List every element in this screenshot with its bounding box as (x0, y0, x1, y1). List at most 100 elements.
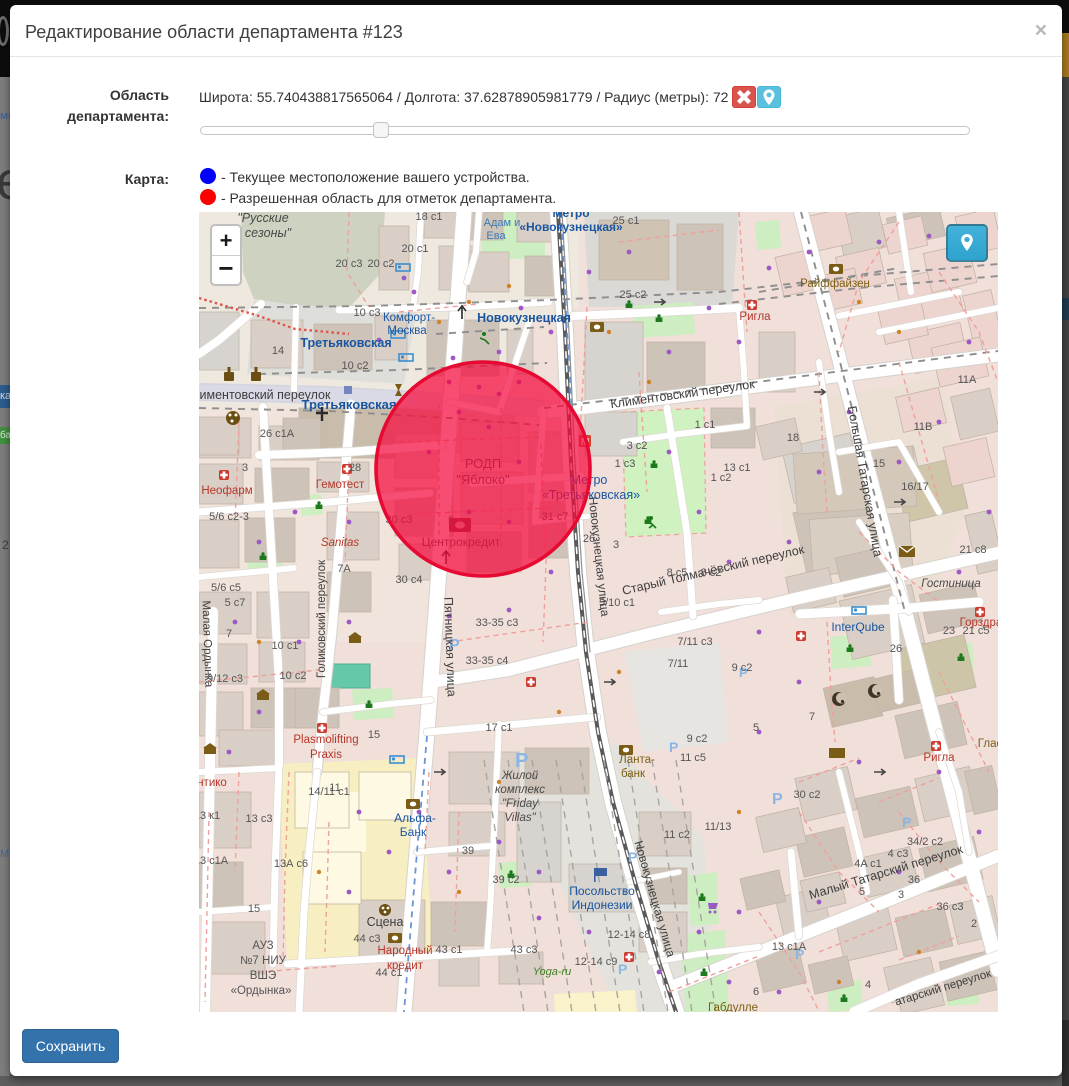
svg-text:3 c2: 3 c2 (627, 440, 648, 452)
svg-text:36: 36 (908, 874, 920, 886)
svg-text:3: 3 (613, 539, 619, 551)
svg-text:сезоны": сезоны" (245, 226, 292, 240)
svg-text:7/11 c3: 7/11 c3 (677, 636, 712, 648)
svg-text:Жилой: Жилой (501, 770, 539, 782)
svg-text:26: 26 (583, 533, 595, 545)
svg-text:Гемотест: Гемотест (316, 479, 365, 491)
svg-text:Райффайзен: Райффайзен (800, 278, 870, 290)
svg-text:13 c1A: 13 c1A (199, 855, 229, 867)
svg-text:5: 5 (859, 886, 865, 898)
svg-text:13А c6: 13А c6 (274, 858, 308, 870)
svg-text:5/6 c2-3: 5/6 c2-3 (209, 511, 249, 523)
svg-text:10 c3: 10 c3 (354, 307, 381, 319)
svg-text:P: P (515, 750, 528, 772)
svg-text:30 c4: 30 c4 (396, 574, 423, 586)
svg-text:Сцена: Сцена (367, 915, 404, 929)
svg-text:13 c1A: 13 c1A (772, 941, 807, 953)
svg-text:10 c2: 10 c2 (342, 360, 369, 372)
svg-text:P: P (669, 739, 678, 755)
svg-text:Банк: Банк (400, 825, 427, 839)
svg-text:26: 26 (890, 643, 902, 655)
svg-text:11 c2: 11 c2 (664, 829, 690, 841)
svg-text:Адам и: Адам и (484, 217, 521, 229)
svg-text:15: 15 (368, 729, 380, 741)
svg-text:7A: 7A (337, 563, 351, 575)
svg-text:Посольство: Посольство (569, 884, 635, 898)
svg-text:1 c2: 1 c2 (711, 472, 732, 484)
svg-text:Москва: Москва (387, 325, 427, 337)
svg-text:10 c2: 10 c2 (280, 670, 307, 682)
svg-text:11 c5: 11 c5 (680, 752, 706, 764)
svg-text:33-35 c3: 33-35 c3 (476, 617, 519, 629)
svg-text:Глас: Глас (978, 738, 998, 750)
svg-text:"Friday: "Friday (502, 798, 539, 810)
svg-text:39 c2: 39 c2 (493, 874, 520, 886)
svg-text:Ригла: Ригла (739, 311, 771, 323)
svg-text:15: 15 (873, 458, 885, 470)
svg-text:9 c2: 9 c2 (687, 733, 708, 745)
svg-text:34/2 c2: 34/2 c2 (907, 836, 943, 848)
svg-text:11A: 11A (958, 374, 977, 386)
svg-text:36 c3: 36 c3 (937, 901, 964, 913)
svg-text:4 c3: 4 c3 (888, 848, 909, 860)
svg-text:4A c1: 4A c1 (854, 858, 882, 870)
svg-text:7: 7 (809, 711, 815, 723)
svg-text:8 c5: 8 c5 (667, 567, 688, 579)
svg-text:Новокузнецкая: Новокузнецкая (477, 311, 571, 325)
svg-text:Yoga-ru: Yoga-ru (533, 966, 572, 978)
svg-text:Индонезии: Индонезии (572, 898, 633, 912)
svg-text:9 c2: 9 c2 (732, 662, 753, 674)
svg-text:10 c1: 10 c1 (272, 640, 299, 652)
svg-text:18 c1: 18 c1 (416, 212, 443, 223)
svg-text:26 c1A: 26 c1A (260, 428, 295, 440)
svg-text:«Ордынка»: «Ордынка» (231, 985, 292, 997)
svg-text:39: 39 (462, 845, 474, 857)
svg-text:АУЗ: АУЗ (252, 940, 273, 952)
svg-text:5/10 c1: 5/10 c1 (599, 597, 635, 609)
svg-text:20 c2: 20 c2 (368, 258, 395, 270)
svg-text:№7 НИУ: №7 НИУ (240, 955, 286, 967)
svg-text:"Русские: "Русские (237, 212, 288, 225)
svg-text:комплекс: комплекс (495, 784, 545, 796)
svg-text:Ева: Ева (486, 230, 506, 242)
svg-text:25 c1: 25 c1 (613, 215, 640, 227)
svg-text:6: 6 (753, 986, 759, 998)
svg-text:ВШЭ: ВШЭ (250, 970, 276, 982)
svg-text:Метро: Метро (552, 212, 589, 220)
svg-text:21 c5: 21 c5 (963, 625, 990, 637)
svg-text:Plasmolifting: Plasmolifting (293, 734, 358, 746)
svg-text:8 c2: 8 c2 (701, 567, 722, 579)
svg-text:1 c1: 1 c1 (695, 419, 716, 431)
svg-text:5/6 c5: 5/6 c5 (211, 582, 241, 594)
svg-text:4: 4 (865, 979, 871, 991)
svg-text:43 c1: 43 c1 (436, 944, 463, 956)
svg-text:23: 23 (943, 625, 955, 637)
svg-text:«Новокузнецкая»: «Новокузнецкая» (519, 220, 623, 234)
svg-text:17 c1: 17 c1 (486, 722, 513, 734)
svg-text:2: 2 (971, 918, 977, 930)
svg-text:15: 15 (248, 903, 260, 915)
svg-text:Альфа-: Альфа- (394, 811, 436, 825)
svg-text:InterQube: InterQube (831, 620, 885, 634)
svg-text:20 c3: 20 c3 (336, 258, 363, 270)
svg-text:44 c1: 44 c1 (376, 967, 403, 979)
svg-text:12-14 c8: 12-14 c8 (608, 929, 651, 941)
svg-text:Praxis: Praxis (310, 749, 342, 761)
svg-text:33-35 c4: 33-35 c4 (466, 655, 509, 667)
svg-text:P: P (902, 814, 911, 830)
svg-text:P: P (618, 961, 627, 977)
svg-text:28: 28 (349, 462, 361, 474)
svg-text:Третьяковская: Третьяковская (302, 397, 397, 412)
svg-text:11/13: 11/13 (705, 821, 732, 833)
svg-text:Третьяковская: Третьяковская (300, 336, 391, 350)
svg-text:11: 11 (329, 782, 340, 794)
svg-text:Villas": Villas" (504, 812, 536, 824)
svg-text:25 c2: 25 c2 (620, 289, 647, 301)
svg-text:Габдулле: Габдулле (708, 1002, 758, 1012)
svg-text:14: 14 (272, 345, 284, 357)
svg-text:3: 3 (242, 462, 248, 474)
svg-text:7/11: 7/11 (668, 658, 689, 670)
svg-text:12-14 c9: 12-14 c9 (575, 956, 618, 968)
svg-text:5 c7: 5 c7 (225, 597, 246, 609)
svg-text:банк: банк (621, 768, 646, 780)
